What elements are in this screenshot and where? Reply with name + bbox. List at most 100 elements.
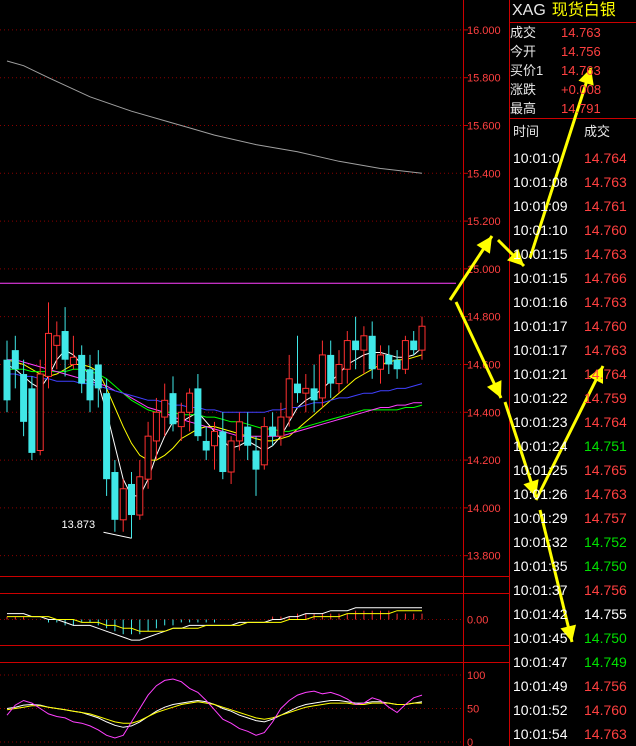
tick-price: 14.749 [584,654,627,670]
candle-body-bull [119,488,127,521]
candle-body-bear [3,359,11,401]
candle-body-bull [360,335,368,351]
tick-row[interactable]: 10:01:15 14.766 [510,266,636,290]
candle-body-bear [368,335,376,370]
candle-body-bull [401,340,409,370]
arrow-head [476,236,492,254]
candle-body-bear [269,426,277,437]
quote-value: 14.791 [561,101,601,116]
candle-body-bear [103,393,111,480]
long-ma-path [6,60,423,174]
tick-price: 14.755 [584,606,627,622]
tick-price: 14.763 [584,174,627,190]
tick-time: 10:01:52 [513,702,568,718]
tick-time: 10:01:15 [513,246,568,262]
tick-row[interactable]: 10:01:08 14.763 [510,170,636,194]
tick-time: 10:01:17 [513,342,568,358]
low-annotation: 13.873 [62,519,132,539]
candle-body-bull [302,387,310,394]
tick-row[interactable]: 10:01:16 14.763 [510,290,636,314]
quote-row: 涨跌 +0.008 [510,80,636,100]
candle-body-bear [111,472,119,520]
candle-body-bear [128,483,135,516]
tick-time: 10:01:15 [513,270,568,286]
ma-line [7,373,423,413]
price-tick-label: 15.600 [467,120,501,132]
candle-body-bull [36,373,44,452]
tick-price: 14.751 [584,438,627,454]
kdj-tick-label: 50 [467,704,479,716]
ma-line [6,347,423,497]
tick-time: 10:01:24 [513,438,568,454]
kdj-line [6,678,423,739]
tick-row[interactable]: 10:01:42 14.755 [510,602,636,626]
tick-price: 14.763 [584,294,627,310]
candle-body-bear [61,331,69,360]
tick-time: 10:01:32 [513,534,568,550]
quote-label: 成交 [510,25,537,40]
tick-price: 14.763 [584,486,627,502]
tick-row[interactable]: 10:01:29 14.757 [510,506,636,530]
tick-row[interactable]: 10:01:52 14.760 [510,698,636,722]
tick-row[interactable]: 10:01:17 14.760 [510,314,636,338]
candle-body-bull [53,335,61,346]
tick-row[interactable]: 10:01:49 14.756 [510,674,636,698]
candle-body-bull [343,340,351,370]
osc-tick-label: 0.00 [467,615,488,627]
candle-body-bull [211,430,218,447]
instrument-symbol: XAG [512,2,546,19]
tick-time: 10:01:37 [513,582,568,598]
candlesticks [3,302,426,539]
tick-time: 10:01:54 [513,726,568,742]
candle-body-bear [202,440,210,451]
price-tick-label: 14.200 [467,455,501,467]
tick-row[interactable]: 10:01:54 14.763 [510,722,636,746]
tick-row[interactable]: 10:01:32 14.752 [510,530,636,554]
tick-row[interactable]: 10:01:35 14.750 [510,554,636,578]
tick-price: 14.750 [584,630,627,646]
candle-body-bear [244,426,252,446]
tick-row[interactable]: 10:01:17 14.763 [510,338,636,362]
tick-row[interactable]: 10:01:15 14.763 [510,242,636,266]
tick-price: 14.759 [584,390,627,406]
tick-price: 14.752 [584,534,627,550]
tick-row[interactable]: 10:01:23 14.764 [510,410,636,434]
candle-body-bull [161,399,169,418]
candle-body-bear [169,393,177,425]
quote-row: 成交 14.763 [510,23,636,43]
candle-body-bull [152,411,160,442]
tick-time: 10:01:21 [513,366,568,382]
candle-body-bear [28,388,36,453]
tick-price: 14.765 [584,462,627,478]
osc-line [7,607,422,641]
candle-body-bull [69,356,77,365]
tick-price: 14.761 [584,198,627,214]
price-tick-label: 15.200 [467,216,501,228]
tick-price: 14.757 [584,510,627,526]
tick-row[interactable]: 10:01:45 14.750 [510,626,636,650]
candle-body-bear [385,354,393,365]
candle-body-bear [20,374,28,422]
tick-row[interactable]: 10:01:37 14.756 [510,578,636,602]
tick-row[interactable]: 10:01:26 14.763 [510,482,636,506]
tick-row[interactable]: 10:01:25 14.765 [510,458,636,482]
tick-row[interactable]: 10:01:24 14.751 [510,434,636,458]
candle-body-bull [136,476,144,516]
tick-row[interactable]: 10:01:21 14.764 [510,362,636,386]
candle-body-bull [335,363,343,385]
tick-time: 10:01:45 [513,630,568,646]
tick-row[interactable]: 10:01:09 14.761 [510,194,636,218]
candle-body-bull [277,416,285,437]
tick-time: 10:01:29 [513,510,568,526]
tick-row[interactable]: 10:01:0 14.764 [510,146,636,170]
ticks-header-price: 成交 [584,124,611,139]
quote-label: 今开 [510,44,537,59]
tick-time: 10:01:08 [513,174,568,190]
quote-label: 最高 [510,101,537,116]
low-annotation-leader [103,531,132,539]
tick-row[interactable]: 10:01:10 14.760 [510,218,636,242]
tick-time: 10:01:26 [513,486,568,502]
tick-row[interactable]: 10:01:47 14.749 [510,650,636,674]
candle-body-bear [393,359,401,370]
tick-row[interactable]: 10:01:22 14.759 [510,386,636,410]
